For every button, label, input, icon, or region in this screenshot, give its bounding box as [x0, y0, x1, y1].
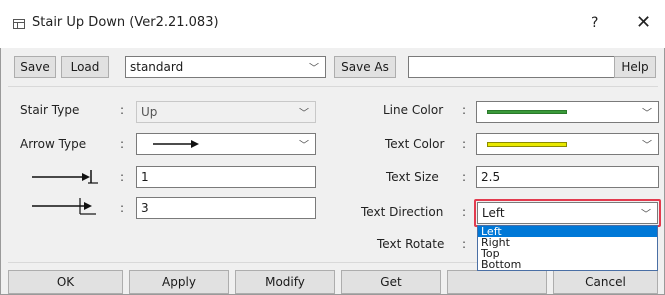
apply-button[interactable]: Apply: [129, 270, 229, 294]
option-bottom[interactable]: Bottom: [478, 259, 657, 270]
text-direction-value: Left: [482, 206, 505, 220]
text-size-input[interactable]: 2.5: [476, 166, 659, 188]
colon: :: [120, 201, 125, 215]
load-button[interactable]: Load: [61, 56, 109, 78]
preset-combo[interactable]: standard ﹀: [125, 56, 326, 78]
colon: :: [462, 170, 467, 184]
arrow-offset-input[interactable]: 3: [136, 197, 316, 219]
text-color-label: Text Color: [385, 137, 445, 151]
chevron-down-icon: ﹀: [299, 108, 309, 120]
text-direction-dropdown: Left Right Top Bottom: [477, 225, 658, 271]
line-color-label: Line Color: [383, 103, 444, 117]
text-direction-label: Text Direction: [361, 205, 444, 219]
save-as-button[interactable]: Save As: [334, 56, 396, 78]
close-icon[interactable]: ✕: [636, 12, 651, 33]
help-icon[interactable]: ?: [591, 15, 598, 31]
arrow-length-icon: [32, 170, 98, 184]
chevron-down-icon: ﹀: [642, 108, 652, 120]
text-color-combo[interactable]: ﹀: [476, 133, 659, 155]
stair-type-value: Up: [141, 105, 158, 119]
chevron-down-icon: ﹀: [299, 140, 309, 152]
colon: :: [120, 103, 125, 117]
arrow-length-input[interactable]: 1: [136, 166, 316, 188]
chevron-down-icon: ﹀: [309, 63, 319, 75]
arrow-type-combo[interactable]: ﹀: [136, 133, 316, 155]
stair-type-combo[interactable]: Up ﹀: [136, 101, 316, 123]
option-right[interactable]: Right: [478, 237, 657, 248]
text-direction-combo[interactable]: Left ﹀: [477, 202, 658, 224]
preset-value: standard: [130, 60, 184, 74]
arrow-preview-icon: [153, 140, 199, 148]
modify-button[interactable]: Modify: [235, 270, 335, 294]
colon: :: [462, 205, 467, 219]
colon: :: [120, 170, 125, 184]
window-icon: [13, 19, 25, 29]
stair-type-label: Stair Type: [20, 103, 80, 117]
pick-button[interactable]: [447, 270, 547, 294]
get-button[interactable]: Get: [341, 270, 441, 294]
save-button[interactable]: Save: [14, 56, 56, 78]
arrow-offset-icon: [32, 198, 96, 215]
line-color-swatch: [487, 110, 567, 114]
window-title: Stair Up Down (Ver2.21.083): [32, 15, 219, 30]
text-rotate-label: Text Rotate: [377, 237, 445, 251]
toolbar-divider: [8, 86, 658, 87]
line-color-combo[interactable]: ﹀: [476, 101, 659, 123]
colon: :: [462, 137, 467, 151]
arrow-type-label: Arrow Type: [20, 137, 87, 151]
save-as-name-input[interactable]: [408, 56, 631, 78]
colon: :: [462, 103, 467, 117]
text-color-swatch: [487, 141, 567, 147]
cancel-button[interactable]: Cancel: [553, 270, 658, 294]
chevron-down-icon: ﹀: [641, 209, 651, 221]
chevron-down-icon: ﹀: [642, 140, 652, 152]
colon: :: [120, 137, 125, 151]
help-button[interactable]: Help: [614, 56, 656, 78]
ok-button[interactable]: OK: [8, 270, 123, 294]
colon: :: [462, 237, 467, 251]
text-size-label: Text Size: [386, 170, 439, 184]
